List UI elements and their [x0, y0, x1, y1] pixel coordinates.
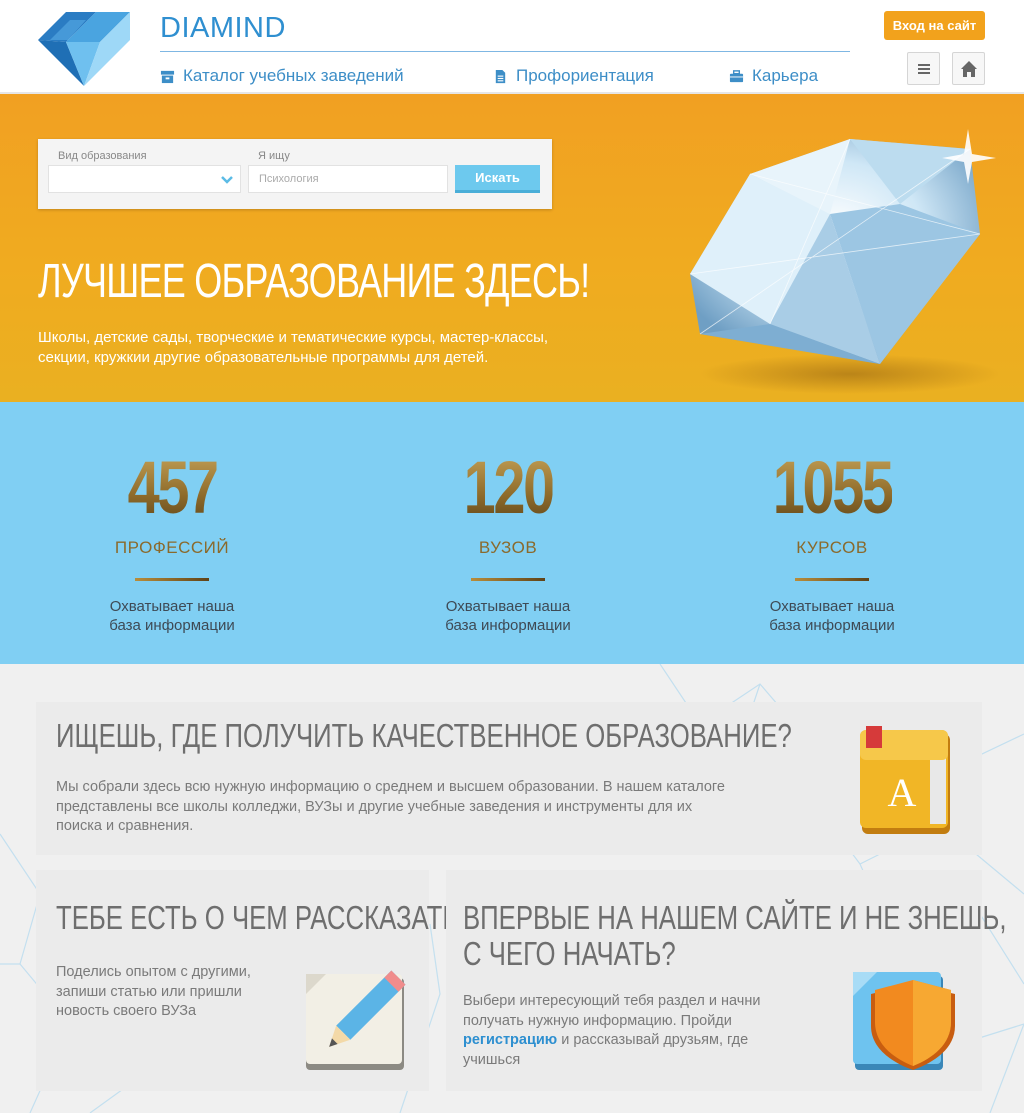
- shield-icon[interactable]: [851, 970, 961, 1070]
- stat-description: Охватывает наша база информации: [445, 598, 571, 634]
- stat-label: КУРСОВ: [796, 538, 868, 557]
- stat-courses: 1055 КУРСОВ Охватывает наша база информа…: [722, 448, 942, 635]
- card-newcomer-text: Выбери интересующий тебя раздел и начни …: [463, 993, 761, 1068]
- menu-icon: [917, 63, 930, 74]
- content-section: ИЩЕШЬ, ГДЕ ПОЛУЧИТЬ КАЧЕСТВЕННОЕ ОБРАЗОВ…: [0, 664, 1024, 1113]
- stat-label: ВУЗОВ: [478, 538, 538, 557]
- stat-description: Охватывает наша база информации: [109, 598, 235, 634]
- stat-number: 120: [463, 446, 555, 529]
- nav-career-guidance[interactable]: Профориентация: [493, 66, 654, 86]
- stat-description: Охватывает наша база информации: [769, 598, 895, 634]
- book-letter: A: [888, 770, 917, 815]
- stat-divider: [135, 578, 209, 581]
- stat-number: 457: [127, 446, 219, 529]
- document-icon: [495, 69, 506, 83]
- query-label: Я ищу: [258, 150, 290, 162]
- card-newcomer-title: ВПЕРВЫЕ НА НАШЕМ САЙТЕ И НЕ ЗНЕШЬ, С ЧЕГ…: [463, 899, 1007, 972]
- education-type-select[interactable]: [48, 165, 241, 193]
- card-story-text: Поделись опытом с другими, запиши статью…: [56, 964, 251, 1019]
- login-button[interactable]: Вход на сайт: [884, 11, 985, 40]
- diamond-logo-icon[interactable]: [36, 10, 132, 88]
- card-story: ТЕБЕ ЕСТЬ О ЧЕМ РАССКАЗАТЬ? Поделись опы…: [36, 870, 474, 1091]
- menu-button[interactable]: [907, 52, 940, 85]
- card-education: ИЩЕШЬ, ГДЕ ПОЛУЧИТЬ КАЧЕСТВЕННОЕ ОБРАЗОВ…: [36, 702, 982, 855]
- registration-link[interactable]: регистрацию: [463, 1032, 557, 1048]
- hero-subtitle: Школы, детские сады, творческие и темати…: [38, 329, 549, 366]
- diamond-image: [689, 129, 1000, 394]
- hero-section: Вид образования Я ищу Искать ЛУЧШЕЕ ОБРА…: [0, 94, 1024, 402]
- stat-universities: 120 ВУЗОВ Охватывает наша база информаци…: [398, 448, 618, 635]
- stats-section: 457 ПРОФЕССИЙ Охватывает наша база инфор…: [0, 402, 1024, 664]
- site-header: DIAMIND Каталог учебных заведений Профор…: [0, 0, 1024, 94]
- pencil-icon[interactable]: [306, 970, 406, 1070]
- archive-icon: [160, 70, 175, 83]
- brand-name[interactable]: DIAMIND: [160, 12, 286, 45]
- nav-catalog[interactable]: Каталог учебных заведений: [160, 66, 404, 86]
- education-type-label: Вид образования: [58, 150, 147, 162]
- nav-career-guidance-label: Профориентация: [516, 66, 654, 85]
- book-icon[interactable]: A: [856, 726, 952, 834]
- home-button[interactable]: [952, 52, 985, 85]
- briefcase-icon: [729, 69, 744, 82]
- nav-career-label: Карьера: [752, 66, 819, 85]
- search-input[interactable]: [248, 165, 448, 193]
- chevron-down-icon: [221, 176, 233, 184]
- header-divider: [160, 51, 850, 52]
- stat-professions: 457 ПРОФЕССИЙ Охватывает наша база инфор…: [62, 448, 282, 635]
- card-story-title: ТЕБЕ ЕСТЬ О ЧЕМ РАССКАЗАТЬ?: [56, 899, 474, 936]
- card-education-text: Мы собрали здесь всю нужную информацию о…: [56, 779, 725, 834]
- card-education-title: ИЩЕШЬ, ГДЕ ПОЛУЧИТЬ КАЧЕСТВЕННОЕ ОБРАЗОВ…: [56, 717, 792, 754]
- stat-number: 1055: [772, 446, 893, 529]
- search-panel: Вид образования Я ищу Искать: [38, 139, 552, 209]
- nav-career[interactable]: Карьера: [729, 66, 818, 86]
- stat-divider: [795, 578, 869, 581]
- card-newcomer: ВПЕРВЫЕ НА НАШЕМ САЙТЕ И НЕ ЗНЕШЬ, С ЧЕГ…: [446, 870, 1007, 1091]
- stat-divider: [471, 578, 545, 581]
- hero-title: ЛУЧШЕЕ ОБРАЗОВАНИЕ ЗДЕСЬ!: [38, 255, 590, 308]
- search-button[interactable]: Искать: [455, 165, 540, 193]
- nav-catalog-label: Каталог учебных заведений: [183, 66, 404, 85]
- home-icon: [960, 60, 977, 77]
- stat-label: ПРОФЕССИЙ: [114, 538, 230, 557]
